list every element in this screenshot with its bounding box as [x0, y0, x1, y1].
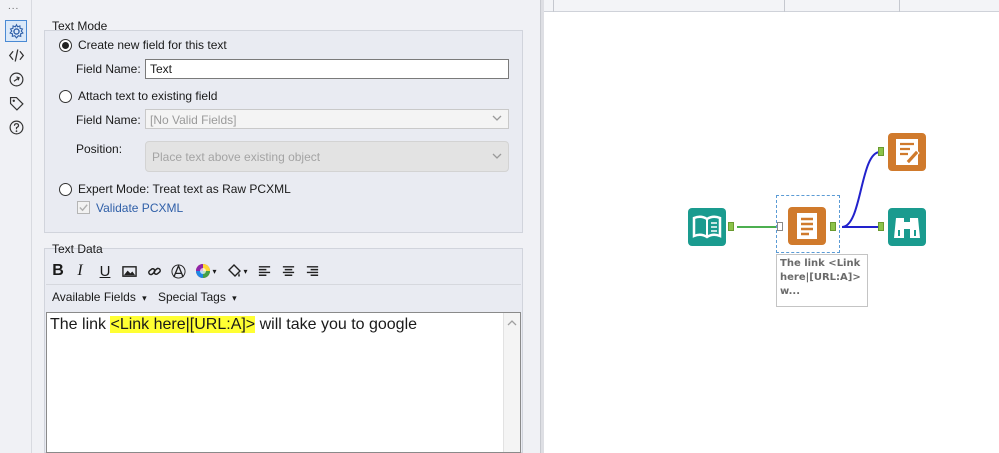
- gear-icon: [8, 23, 24, 39]
- attach-existing-field-radio[interactable]: [59, 90, 72, 103]
- chain-link-icon: [147, 267, 161, 275]
- field-name-label: Field Name:: [76, 62, 141, 76]
- insert-image-button[interactable]: [120, 261, 138, 281]
- editor-content: The link <Link here|[URL:A]> will take y…: [50, 316, 417, 334]
- available-fields-menu[interactable]: Available Fields ▾: [52, 290, 147, 304]
- help-icon: [9, 120, 23, 134]
- italic-button[interactable]: I: [74, 261, 86, 281]
- render-tool[interactable]: [888, 133, 926, 171]
- browse-tool-input-anchor[interactable]: [878, 222, 884, 231]
- attach-field-select: [No Valid Fields]: [145, 109, 509, 129]
- link-icon: [9, 72, 23, 86]
- paint-bucket-icon: [228, 264, 242, 277]
- toolbar-divider: [46, 284, 521, 285]
- editor-text-prefix: The link: [50, 316, 111, 333]
- align-right-icon: [306, 265, 318, 276]
- attach-existing-field-label: Attach text to existing field: [78, 89, 218, 103]
- annotation-line-2: here|[URL:A]>: [780, 272, 861, 283]
- align-left-button[interactable]: [256, 261, 272, 281]
- position-value: Place text above existing object: [152, 150, 321, 164]
- toolbar-overflow-dots[interactable]: ...: [8, 2, 19, 12]
- report-tool-input-anchor[interactable]: [777, 222, 783, 231]
- input-data-tool[interactable]: [688, 208, 726, 246]
- report-to-render-wire: [841, 151, 881, 228]
- configuration-tab-button[interactable]: [5, 20, 27, 42]
- image-icon: [121, 265, 137, 277]
- xml-view-tab-button[interactable]: [5, 44, 27, 66]
- report-text-tool[interactable]: [788, 207, 826, 245]
- align-center-icon: [282, 265, 294, 276]
- bold-button[interactable]: B: [50, 261, 66, 281]
- attach-field-name-label: Field Name:: [76, 113, 141, 127]
- available-fields-label: Available Fields: [52, 290, 136, 304]
- open-book-icon: [692, 215, 722, 239]
- workflow-connections: [737, 151, 881, 228]
- tag-tab-button[interactable]: [5, 92, 27, 114]
- text-data-title: Text Data: [52, 242, 103, 256]
- font-button[interactable]: [169, 261, 187, 281]
- input-tool-output-anchor[interactable]: [728, 222, 734, 231]
- special-tags-label: Special Tags: [158, 290, 226, 304]
- font-icon: [170, 263, 186, 279]
- chevron-down-icon: [492, 153, 502, 159]
- color-dropdown-arrow: ▾: [212, 266, 217, 276]
- editor-text-suffix: will take you to google: [255, 316, 418, 333]
- checkmark-icon: [79, 204, 88, 212]
- expert-mode-radio[interactable]: [59, 183, 72, 196]
- align-right-button[interactable]: [304, 261, 320, 281]
- attach-field-value: [No Valid Fields]: [150, 113, 237, 127]
- underline-button[interactable]: U: [98, 261, 112, 281]
- text-editor[interactable]: The link <Link here|[URL:A]> will take y…: [46, 312, 521, 453]
- document-pencil-icon: [896, 139, 920, 165]
- report-tool-output-anchor[interactable]: [830, 222, 836, 231]
- create-new-field-radio[interactable]: [59, 39, 72, 52]
- color-wheel-icon: [196, 264, 211, 278]
- create-new-field-label: Create new field for this text: [78, 38, 227, 52]
- chevron-down-icon: ▾: [142, 293, 147, 303]
- code-icon: [8, 48, 24, 62]
- text-mode-title: Text Mode: [52, 19, 108, 33]
- tag-icon: [9, 96, 24, 111]
- browse-tool[interactable]: [888, 208, 926, 246]
- chevron-up-icon[interactable]: [507, 318, 517, 328]
- validate-pcxml-checkbox: [77, 201, 90, 214]
- report-text-icon: [797, 213, 817, 239]
- align-center-button[interactable]: [280, 261, 296, 281]
- text-color-button[interactable]: ▾: [193, 261, 219, 281]
- validate-pcxml-label: Validate PCXML: [96, 201, 184, 215]
- align-left-icon: [258, 265, 270, 276]
- annotation-tab-button[interactable]: [5, 68, 27, 90]
- expert-mode-label: Expert Mode: Treat text as Raw PCXML: [78, 182, 291, 196]
- config-side-toolbar: ...: [0, 0, 32, 453]
- help-tab-button[interactable]: [5, 116, 27, 138]
- chevron-down-icon: ▾: [232, 293, 237, 303]
- binoculars-icon: [894, 218, 920, 238]
- annotation-line-3: w...: [780, 286, 800, 297]
- link-tag-highlight: <Link here|[URL:A]>: [110, 316, 256, 333]
- insert-link-button[interactable]: [145, 261, 163, 281]
- position-label: Position:: [76, 142, 123, 156]
- field-name-input[interactable]: Text: [145, 59, 509, 79]
- render-tool-input-anchor[interactable]: [878, 147, 884, 156]
- special-tags-menu[interactable]: Special Tags ▾: [158, 290, 237, 304]
- editor-scrollbar[interactable]: [503, 313, 520, 452]
- chevron-down-icon: [492, 115, 502, 121]
- config-content-area: Text Mode Create new field for this text…: [32, 0, 540, 453]
- tool-annotation: The link <Link here|[URL:A]> w...: [776, 254, 868, 307]
- fill-color-button[interactable]: ▾: [224, 261, 250, 281]
- position-select: Place text above existing object: [145, 141, 509, 172]
- fill-dropdown-arrow: ▾: [243, 266, 248, 276]
- annotation-line-1: The link <Link: [780, 258, 861, 269]
